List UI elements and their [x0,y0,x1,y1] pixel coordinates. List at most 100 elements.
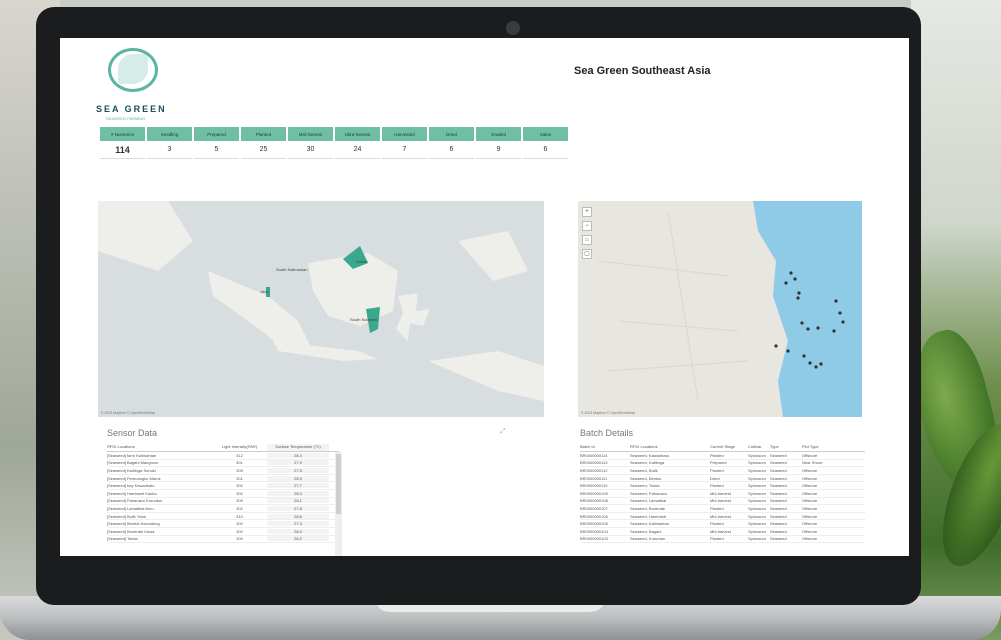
table-cell: Offshore [802,452,818,458]
table-row[interactable]: BR0000000111 Seaweed, Bentuk Dried Spinosum… [580,475,865,483]
table-cell: [Seaweed] farm Kalimantan [107,452,157,458]
table-cell: Seaweed [770,483,787,489]
site-marker[interactable] [774,344,778,348]
column-header[interactable]: Light Intensity(PAR) [212,444,267,451]
table-row[interactable]: BR0000000103 Seaweed, Kuruntun Planted Spin… [580,536,865,544]
table-row[interactable]: [Seaweed] bay Kawanbatu 300 27.7 [107,482,339,490]
table-row[interactable]: BR0000000108 Seaweed, Lamatibal Mid-harves… [580,498,865,506]
map-label: Java [260,289,269,294]
site-marker[interactable] [841,320,845,324]
table-row[interactable]: [Seaweed] farm Kalimantan 312 28.4 [107,452,339,460]
detail-map-svg [597,201,862,417]
table-cell: 301 [236,475,243,481]
table-cell: Planted [710,483,724,489]
kpi-header: Graded [476,127,521,141]
table-row[interactable]: BR0000000105 Seaweed, Kalimantan Planted Sp… [580,520,865,528]
home-button[interactable]: ⌂ [582,235,592,245]
site-marker[interactable] [786,349,790,353]
site-marker[interactable] [808,361,812,365]
table-cell: 302 [236,505,243,511]
table-cell: 28.1 [267,498,329,504]
table-cell: Seaweed, Bentuk [630,475,662,481]
batch-table-body: BR0000000114 Seaweed, Kawanbatu Planted Spi… [580,452,865,544]
site-marker[interactable] [796,296,800,300]
site-marker[interactable] [800,321,804,325]
select-button[interactable]: ▢ [582,249,592,259]
table-row[interactable]: BR0000000104 Seaweed, Bagahi Mid-harvest Sp… [580,528,865,536]
sensor-scroll-thumb[interactable] [336,454,341,514]
table-cell: Seaweed [770,460,787,466]
table-cell: BR0000000107 [580,505,608,511]
table-row[interactable]: BR0000000112 Seaweed, Bulik Planted Spinosu… [580,467,865,475]
column-header[interactable]: Batch Id [580,444,630,451]
table-cell: 28.6 [267,513,329,519]
site-marker[interactable] [838,311,842,315]
table-cell: [Seaweed] Hambanti Kanbu [107,490,157,496]
column-header[interactable]: RFID Locations [630,444,710,451]
column-header[interactable]: Surface Temperature (°C) [267,444,329,451]
site-marker[interactable] [797,291,801,295]
column-header[interactable]: Plot Type [802,444,842,451]
table-cell: Seaweed, Bagahi [630,528,662,534]
table-cell: 305 [236,467,243,473]
table-cell: Seaweed, Kawanbatu [630,452,669,458]
map-attribution[interactable]: © 2023 Mapbox © OpenStreetMap [101,411,155,415]
table-cell: Seaweed, Bonerate [630,505,666,511]
landmass-shape [428,351,544,401]
table-row[interactable]: [Seaweed] Bentuk Kolondong 300 27.3 [107,520,339,528]
table-row[interactable]: BR0000000113 Seaweed, Kalitinga Prepared Sp… [580,460,865,468]
table-cell: Offshore [802,521,818,527]
site-marker[interactable] [784,281,788,285]
site-marker[interactable] [816,326,820,330]
map-attribution[interactable]: © 2023 Mapbox © OpenStreetMap [581,411,635,415]
site-marker[interactable] [819,362,823,366]
table-row[interactable]: [Seaweed] Pemuangku Maruk 301 28.0 [107,475,339,483]
table-row[interactable]: [Seaweed] Hambanti Kanbu 300 28.3 [107,490,339,498]
kpi-value: 6 [523,141,568,159]
site-marker[interactable] [793,277,797,281]
kpi-value: 30 [288,141,333,159]
column-header[interactable]: Current Stage [710,444,748,451]
site-marker[interactable] [802,354,806,358]
region-map[interactable]: Sabah South Kalimantan South Sulawesi Ja… [98,201,544,417]
table-cell: Spinosum [748,498,766,504]
table-cell: 28.3 [267,490,329,496]
table-row[interactable]: [Seaweed] Kalitinga Sunuki 305 27.5 [107,467,339,475]
detail-map[interactable]: + − ⌂ ▢ © 2023 Mapbox © OpenStreetMap [578,201,862,417]
column-header[interactable]: Type [770,444,802,451]
table-row[interactable]: BR0000000110 Seaweed, Tomia Planted Spinosu… [580,482,865,490]
camera-icon [506,21,520,35]
zoom-in-button[interactable]: + [582,207,592,217]
table-cell: BR0000000104 [580,528,608,534]
site-marker[interactable] [832,329,836,333]
table-row[interactable]: [Seaweed] Tomia 300 28.2 [107,536,339,544]
site-marker[interactable] [806,327,810,331]
column-header[interactable]: RFID Locations [107,444,212,451]
table-row[interactable]: BR0000000106 Seaweed, Hambanti Mid-harvest… [580,513,865,521]
sulawesi-shape [396,293,430,341]
expand-icon[interactable]: ⤢ [500,428,506,436]
table-cell: 28.2 [267,536,329,542]
batch-details-title: Batch Details [580,428,634,438]
site-marker[interactable] [834,299,838,303]
zoom-out-button[interactable]: − [582,221,592,231]
table-cell: 28.0 [267,475,329,481]
table-row[interactable]: BR0000000109 Seaweed, Pahanaco Mid-harvest… [580,490,865,498]
table-row[interactable]: BR0000000114 Seaweed, Kawanbatu Planted Spi… [580,452,865,460]
table-cell: Offshore [802,513,818,519]
table-row[interactable]: BR0000000107 Seaweed, Bonerate Planted Spin… [580,505,865,513]
table-row[interactable]: [Seaweed] Lamatibal Anru 302 27.8 [107,505,339,513]
table-cell: Seaweed [770,452,787,458]
table-row[interactable]: [Seaweed] Pahanaco Kuruntun 305 28.1 [107,498,339,506]
column-header[interactable]: Cultivar [748,444,770,451]
table-cell: BR0000000111 [580,475,608,481]
site-marker[interactable] [814,365,818,369]
table-row[interactable]: [Seaweed] Bagahi Mangrove 301 27.9 [107,460,339,468]
site-marker[interactable] [789,271,793,275]
table-row[interactable]: [Seaweed] Bonerate Kawa 300 28.0 [107,528,339,536]
kpi-value: 5 [194,141,239,159]
table-cell: [Seaweed] bay Kawanbatu [107,483,155,489]
table-cell: 312 [236,452,243,458]
table-row[interactable]: [Seaweed] Bulik Teluk 310 28.6 [107,513,339,521]
table-cell: [Seaweed] Bonerate Kawa [107,528,155,534]
